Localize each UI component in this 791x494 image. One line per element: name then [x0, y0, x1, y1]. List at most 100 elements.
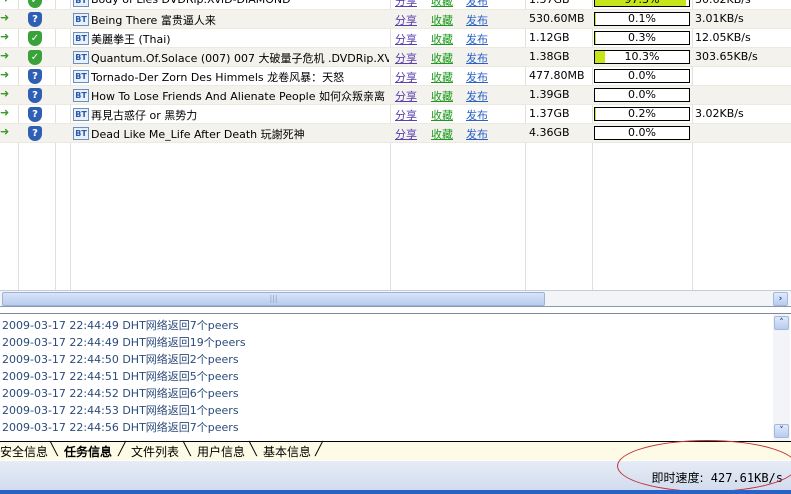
publish-link[interactable]: 发布: [466, 126, 488, 142]
task-list[interactable]: ➜ ✓ BT Body of Lies DVDRip.XviD-DIAMOND …: [0, 0, 791, 290]
tab-separator: ╱: [118, 442, 126, 457]
log-entry: 2009-03-17 22:44:51 DHT网络返回5个peers: [2, 370, 239, 383]
share-link[interactable]: 分享: [395, 88, 417, 104]
tab-separator: ╲: [50, 442, 58, 457]
share-link[interactable]: 分享: [395, 31, 417, 47]
task-row[interactable]: ➜ ? BT How To Lose Friends And Alienate …: [0, 86, 791, 105]
bt-file-icon: BT: [73, 13, 89, 26]
progress-bar: 0.0%: [594, 69, 690, 83]
log-entry: 2009-03-17 22:44:52 DHT网络返回6个peers: [2, 387, 239, 400]
task-name: 再見古惑仔 or 黑势力: [91, 109, 198, 122]
favorite-link[interactable]: 收藏: [431, 31, 453, 47]
publish-link[interactable]: 发布: [466, 0, 488, 9]
progress-text: 0.0%: [628, 88, 656, 101]
favorite-link[interactable]: 收藏: [431, 12, 453, 28]
progress-text: 97.3%: [595, 0, 689, 6]
task-row[interactable]: ➜ ? BT 再見古惑仔 or 黑势力 分享 收藏 发布 1.37GB 0.2%…: [0, 105, 791, 124]
favorite-link[interactable]: 收藏: [431, 50, 453, 66]
share-link[interactable]: 分享: [395, 126, 417, 142]
horizontal-scrollbar[interactable]: ||| ›: [0, 290, 791, 307]
task-size: 1.38GB: [529, 50, 570, 63]
task-row[interactable]: ➜ ✓ BT Body of Lies DVDRip.XviD-DIAMOND …: [0, 0, 791, 10]
tab-separator: ╲: [249, 442, 257, 457]
favorite-link[interactable]: 收藏: [431, 107, 453, 123]
task-name: Body of Lies DVDRip.XviD-DIAMOND: [91, 0, 389, 6]
scrollbar-thumb[interactable]: |||: [2, 292, 545, 306]
share-link[interactable]: 分享: [395, 50, 417, 66]
tab-separator: ╲: [183, 442, 191, 457]
task-name: How To Lose Friends And Alienate People …: [91, 90, 385, 103]
shield-check-icon: ✓: [28, 31, 42, 46]
download-arrow-icon: ➜: [0, 0, 9, 5]
progress-text: 0.3%: [628, 31, 656, 44]
task-row[interactable]: ➜ ? BT Being There 富贵逼人来 分享 收藏 发布 530.60…: [0, 10, 791, 29]
share-link[interactable]: 分享: [395, 69, 417, 85]
download-arrow-icon: ➜: [0, 49, 10, 62]
tab-basic-info[interactable]: 基本信息: [263, 443, 311, 460]
bt-file-icon: BT: [73, 32, 89, 45]
task-name: Being There 富贵逼人来: [91, 14, 216, 27]
task-size: 1.37GB: [529, 0, 570, 6]
publish-link[interactable]: 发布: [466, 69, 488, 85]
task-name: 美麗拳王 (Thai): [91, 33, 171, 46]
log-panel: 2009-03-17 22:44:49 DHT网络返回7个peers 2009-0…: [0, 313, 791, 441]
share-link[interactable]: 分享: [395, 0, 417, 9]
scroll-up-button[interactable]: ˄: [774, 316, 789, 330]
download-arrow-icon: ➜: [0, 68, 10, 81]
status-bar: 即时速度: 427.61KB/s: [0, 460, 791, 494]
task-name: Quantum.Of.Solace (007) 007 大破量子危机 .DVDR…: [91, 52, 389, 65]
download-arrow-icon: ➜: [0, 30, 10, 43]
favorite-link[interactable]: 收藏: [431, 0, 453, 9]
publish-link[interactable]: 发布: [466, 50, 488, 66]
favorite-link[interactable]: 收藏: [431, 69, 453, 85]
log-entry: 2009-03-17 22:44:56 DHT网络返回7个peers: [2, 421, 239, 434]
shield-question-icon: ?: [28, 107, 42, 122]
progress-text: 0.0%: [628, 69, 656, 82]
vertical-scrollbar[interactable]: ˄ ˅: [773, 314, 790, 441]
scroll-right-button[interactable]: ›: [773, 292, 788, 306]
publish-link[interactable]: 发布: [466, 107, 488, 123]
bt-file-icon: BT: [73, 108, 89, 121]
speed-label: 即时速度:: [651, 471, 704, 485]
task-name: Tornado-Der Zorn Des Himmels 龙卷风暴：天怒: [91, 71, 345, 84]
task-row[interactable]: ➜ ✓ BT Quantum.Of.Solace (007) 007 大破量子危…: [0, 48, 791, 67]
task-row[interactable]: ➜ ? BT Tornado-Der Zorn Des Himmels 龙卷风暴…: [0, 67, 791, 86]
progress-bar: 0.0%: [594, 126, 690, 140]
shield-question-icon: ?: [28, 126, 42, 141]
tab-separator: ╱: [315, 442, 323, 457]
download-arrow-icon: ➜: [0, 87, 10, 100]
tab-task-info[interactable]: 任务信息: [64, 443, 112, 460]
task-size: 1.37GB: [529, 107, 570, 120]
taskbar-edge: [0, 490, 791, 494]
task-size: 477.80MB: [529, 69, 585, 82]
tab-security-info[interactable]: 安全信息: [0, 443, 48, 460]
task-speed: 30.62KB/s: [695, 0, 751, 6]
task-row[interactable]: ➜ ✓ BT 美麗拳王 (Thai) 分享 收藏 发布 1.12GB 0.3% …: [0, 29, 791, 48]
tab-user-info[interactable]: 用户信息: [197, 443, 245, 460]
log-entry: 2009-03-17 22:44:49 DHT网络返回7个peers: [2, 319, 239, 332]
share-link[interactable]: 分享: [395, 107, 417, 123]
task-speed: 12.05KB/s: [695, 31, 751, 44]
task-row[interactable]: ➜ ? BT Dead Like Me_Life After Death 玩謝死…: [0, 124, 791, 143]
task-speed: 3.02KB/s: [695, 107, 744, 120]
bt-file-icon: BT: [73, 89, 89, 102]
task-name: Dead Like Me_Life After Death 玩謝死神: [91, 128, 305, 141]
tab-file-list[interactable]: 文件列表: [131, 443, 179, 460]
log-entry: 2009-03-17 22:44:53 DHT网络返回1个peers: [2, 404, 239, 417]
progress-bar: 10.3%: [594, 50, 690, 64]
favorite-link[interactable]: 收藏: [431, 126, 453, 142]
scroll-down-button[interactable]: ˅: [774, 424, 789, 438]
download-arrow-icon: ➜: [0, 125, 10, 138]
favorite-link[interactable]: 收藏: [431, 88, 453, 104]
publish-link[interactable]: 发布: [466, 12, 488, 28]
bt-file-icon: BT: [73, 51, 89, 64]
bt-file-icon: BT: [73, 0, 89, 7]
download-arrow-icon: ➜: [0, 11, 10, 24]
publish-link[interactable]: 发布: [466, 88, 488, 104]
publish-link[interactable]: 发布: [466, 31, 488, 47]
progress-bar: 97.3%: [594, 0, 690, 7]
progress-text: 0.1%: [628, 12, 656, 25]
share-link[interactable]: 分享: [395, 12, 417, 28]
instant-speed: 即时速度: 427.61KB/s: [651, 469, 783, 486]
shield-question-icon: ?: [28, 12, 42, 27]
